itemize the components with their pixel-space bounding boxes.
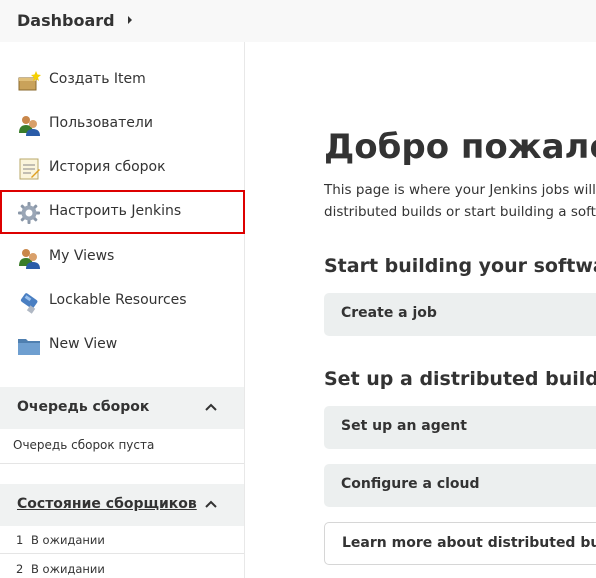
users-icon [19, 116, 40, 136]
sidebar-item-label: New View [49, 336, 118, 352]
executor-number: 1 [16, 533, 24, 547]
create-job-button[interactable]: Create a job [324, 293, 596, 336]
gear-icon [18, 202, 40, 224]
sidebar-item-label: Lockable Resources [49, 292, 187, 308]
executor-state: В ожидании [31, 562, 105, 576]
usb-lock-icon [20, 293, 38, 314]
build-history-icon [19, 158, 40, 180]
setup-agent-label: Set up an agent [341, 418, 467, 434]
executors-title[interactable]: Состояние сборщиков [17, 496, 197, 512]
users-icon [19, 249, 40, 269]
executor-state: В ожидании [31, 533, 105, 547]
page-title: Добро пожаловать в Jenkins! [324, 127, 596, 167]
executors-header[interactable]: Состояние сборщиков [0, 484, 244, 526]
build-queue-header[interactable]: Очередь сборок [0, 387, 244, 429]
sidebar-item-label: Пользователи [49, 115, 153, 131]
sidebar-item-label: История сборок [49, 159, 166, 175]
breadcrumb-dashboard[interactable]: Dashboard [17, 11, 115, 30]
sidebar: Создать Item Пользователи История сборок [0, 42, 245, 578]
intro-text-line1: This page is where your Jenkins jobs wil… [324, 182, 596, 198]
sidebar-item-manage-jenkins[interactable]: Настроить Jenkins [0, 190, 245, 234]
build-queue-title: Очередь сборок [17, 399, 150, 415]
new-item-icon [18, 71, 41, 91]
create-job-label: Create a job [341, 305, 437, 321]
sidebar-item-my-views[interactable]: My Views [0, 235, 245, 279]
build-queue-empty: Очередь сборок пуста [13, 438, 155, 452]
start-building-heading: Start building your software project [324, 255, 596, 277]
setup-agent-button[interactable]: Set up an agent [324, 406, 596, 449]
configure-cloud-label: Configure a cloud [341, 476, 480, 492]
sidebar-item-lockable-resources[interactable]: Lockable Resources [0, 279, 245, 323]
chevron-right-icon[interactable] [125, 13, 135, 27]
folder-icon [18, 339, 40, 355]
build-queue-body: Очередь сборок пуста [0, 429, 244, 464]
sidebar-item-label: Создать Item [49, 71, 146, 87]
executor-number: 2 [16, 562, 24, 576]
sidebar-item-new-view[interactable]: New View [0, 323, 245, 367]
executor-row: 2 В ожидании [0, 555, 244, 578]
distributed-build-heading: Set up a distributed build [324, 368, 596, 390]
chevron-up-icon[interactable] [204, 499, 218, 509]
chevron-up-icon[interactable] [204, 402, 218, 412]
sidebar-item-build-history[interactable]: История сборок [0, 146, 245, 190]
intro-text-line2: distributed builds or start building a s… [324, 204, 596, 220]
executor-row: 1 В ожидании [0, 526, 244, 554]
learn-more-label: Learn more about distributed builds [342, 535, 596, 551]
configure-cloud-button[interactable]: Configure a cloud [324, 464, 596, 507]
breadcrumb-bar: Dashboard [0, 0, 596, 42]
sidebar-item-new-item[interactable]: Создать Item [0, 58, 245, 102]
main-content: Добро пожаловать в Jenkins! This page is… [245, 42, 596, 578]
sidebar-item-users[interactable]: Пользователи [0, 102, 245, 146]
learn-more-button[interactable]: Learn more about distributed builds [324, 522, 596, 565]
sidebar-item-label: My Views [49, 248, 115, 264]
sidebar-item-label: Настроить Jenkins [49, 203, 182, 219]
